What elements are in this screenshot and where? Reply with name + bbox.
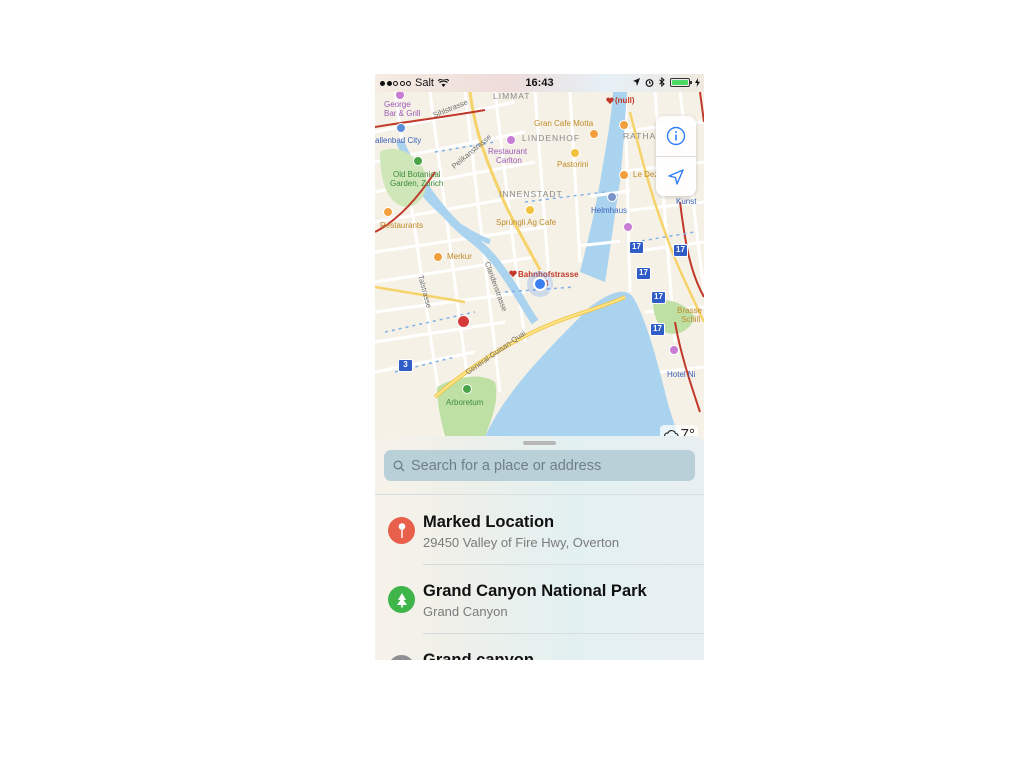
label-lindenhof: LINDENHOF (522, 133, 581, 143)
charging-icon (695, 77, 700, 87)
label-hallenbad: allenbad City (375, 136, 422, 145)
result-subtitle: 29450 Valley of Fire Hwy, Overton (423, 535, 620, 550)
map-canvas (375, 92, 704, 437)
location-arrow-icon (668, 169, 684, 185)
label-rathaus: RATHA (623, 131, 657, 141)
swimming-poi-icon[interactable] (396, 123, 406, 133)
label-george-2: Bar & Grill (384, 109, 421, 118)
battery-icon (670, 77, 692, 87)
heart-pin-icon[interactable] (509, 270, 517, 278)
shopping-poi-icon[interactable] (433, 252, 443, 262)
label-hotel-ni: Hotel Ni (667, 370, 696, 379)
track-location-button[interactable] (656, 157, 696, 197)
museum-poi-icon[interactable] (607, 192, 617, 202)
heart-pin-icon-2[interactable] (606, 97, 614, 105)
bar-poi-icon-3[interactable] (669, 345, 679, 355)
label-brasse: Brasse (677, 306, 702, 315)
label-old-botanical: Old Botanical (393, 170, 441, 179)
restaurant-poi-icon-2[interactable] (619, 120, 629, 130)
label-merkur: Merkur (447, 252, 472, 261)
restaurant-poi-icon[interactable] (506, 135, 516, 145)
result-row[interactable]: Grand Canyon National Park Grand Canyon (375, 564, 704, 632)
label-restaurant-carlton: Restaurant (488, 147, 528, 156)
alarm-icon (645, 78, 654, 87)
result-title: Marked Location (423, 513, 555, 531)
tram-route-badge[interactable]: 17 (636, 267, 651, 280)
cafe-poi-icon[interactable] (589, 129, 599, 139)
info-icon (666, 126, 686, 146)
status-icons (633, 77, 700, 87)
label-null: (null) (615, 96, 635, 105)
restaurant-poi-icon-3[interactable] (570, 148, 580, 158)
tram-route-badge[interactable]: 17 (650, 323, 665, 336)
tram-route-badge[interactable]: 17 (629, 241, 644, 254)
label-george: George (384, 100, 411, 109)
label-old-botanical-2: Garden, Zurich (390, 179, 444, 188)
label-innenstadt: INNENSTADT (499, 189, 563, 199)
map-info-button[interactable] (656, 116, 696, 156)
label-spruengli: Sprüngli Ag Cafe (496, 218, 557, 227)
maps-app-screen: Salt 16:43 LIMMAT George Bar & Grill Sih… (375, 74, 704, 660)
label-kunst: Kunst (676, 197, 697, 206)
search-field[interactable] (384, 450, 695, 481)
sheet-grabber[interactable] (523, 441, 556, 445)
map-controls (656, 116, 696, 196)
label-helmhaus: Helmhaus (591, 206, 628, 215)
label-limmat: LIMMAT (493, 91, 531, 101)
tree-icon (396, 592, 407, 607)
search-input[interactable] (411, 457, 681, 474)
search-icon (387, 460, 411, 472)
location-services-icon (633, 78, 640, 86)
tram-route-badge[interactable]: 3 (398, 359, 413, 372)
pin-icon (398, 523, 405, 538)
result-title: Grand canyon (423, 651, 534, 660)
label-arboretum: Arboretum (446, 398, 484, 407)
label-pastorini: Pastorini (557, 160, 589, 169)
label-restaurant-carlton-2: Carlton (496, 156, 522, 165)
map-view[interactable]: LIMMAT George Bar & Grill Sihlstrasse al… (375, 90, 704, 444)
user-location-marker[interactable] (527, 271, 553, 297)
label-restaurants: Restaurants (380, 221, 424, 230)
park-poi-icon-2[interactable] (462, 384, 472, 394)
label-gran-cafe-motta: Gran Cafe Motta (534, 119, 594, 128)
search-result-icon (388, 655, 415, 660)
label-le-dez: Le Dez (633, 170, 659, 179)
bar-poi-icon-2[interactable] (623, 222, 633, 232)
result-icon-national-park (388, 586, 415, 613)
result-row[interactable]: Grand canyon (375, 633, 704, 660)
tram-route-badge[interactable]: 17 (673, 244, 688, 257)
result-icon-marked-location (388, 517, 415, 544)
cafe-poi-icon-2[interactable] (525, 205, 535, 215)
tram-route-badge[interactable]: 17 (651, 291, 666, 304)
label-schill: Schill (681, 315, 701, 324)
restaurant-poi-icon-5[interactable] (619, 170, 629, 180)
result-title: Grand Canyon National Park (423, 582, 647, 600)
result-row[interactable]: Marked Location 29450 Valley of Fire Hwy… (375, 495, 704, 563)
no-entry-icon (457, 315, 470, 328)
park-poi-icon[interactable] (413, 156, 423, 166)
search-sheet[interactable]: Marked Location 29450 Valley of Fire Hwy… (375, 436, 704, 660)
result-subtitle: Grand Canyon (423, 604, 508, 619)
status-bar: Salt 16:43 (375, 74, 704, 92)
restaurant-poi-icon-4[interactable] (383, 207, 393, 217)
bluetooth-icon (659, 77, 665, 87)
